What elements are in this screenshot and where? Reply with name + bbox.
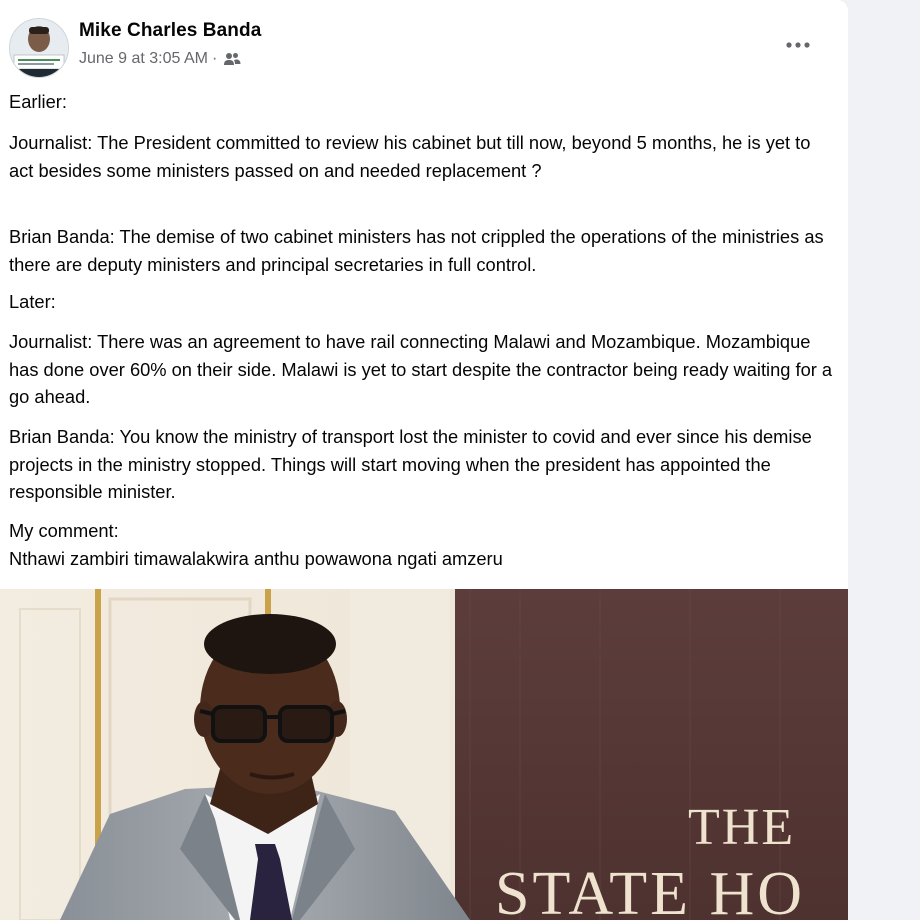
author-name[interactable]: Mike Charles Banda — [79, 20, 261, 42]
post-photo[interactable]: THE STATE HO — [0, 589, 848, 920]
paragraph-my-comment: My comment: Nthawi zambiri timawalakwira… — [9, 517, 839, 572]
paragraph-brian-2: Brian Banda: You know the ministry of tr… — [9, 426, 812, 502]
meta-separator: · — [211, 50, 218, 67]
avatar-image — [10, 19, 68, 77]
paragraph-journalist-1: Journalist: The President committed to r… — [9, 132, 811, 181]
paragraph-brian-1: Brian Banda: The demise of two cabinet m… — [9, 226, 824, 275]
paragraph-journalist-2: Journalist: There was an agreement to ha… — [9, 331, 833, 407]
feed-right-gutter — [848, 0, 920, 920]
comment-text: Nthawi zambiri timawalakwira anthu powaw… — [9, 547, 503, 569]
more-horizontal-icon — [786, 42, 810, 48]
friends-icon[interactable] — [223, 51, 241, 67]
post-timestamp[interactable]: June 9 at 3:05 AM — [79, 50, 208, 68]
facebook-feed-page: Mike Charles Banda June 9 at 3:05 AM · E… — [0, 0, 920, 920]
post-card: Mike Charles Banda June 9 at 3:05 AM · E… — [0, 0, 848, 920]
sign-text-line2: STATE HO — [495, 860, 805, 920]
paragraph-earlier: Earlier: — [9, 91, 67, 112]
comment-label: My comment: — [9, 520, 119, 541]
more-options-button[interactable] — [780, 30, 816, 60]
post-meta: June 9 at 3:05 AM · — [79, 50, 241, 68]
paragraph-later: Later: — [9, 291, 56, 312]
post-header: Mike Charles Banda June 9 at 3:05 AM · — [0, 0, 848, 86]
photo-image: THE STATE HO — [0, 589, 848, 920]
sign-text-line1: THE — [688, 799, 795, 856]
avatar[interactable] — [9, 18, 69, 78]
